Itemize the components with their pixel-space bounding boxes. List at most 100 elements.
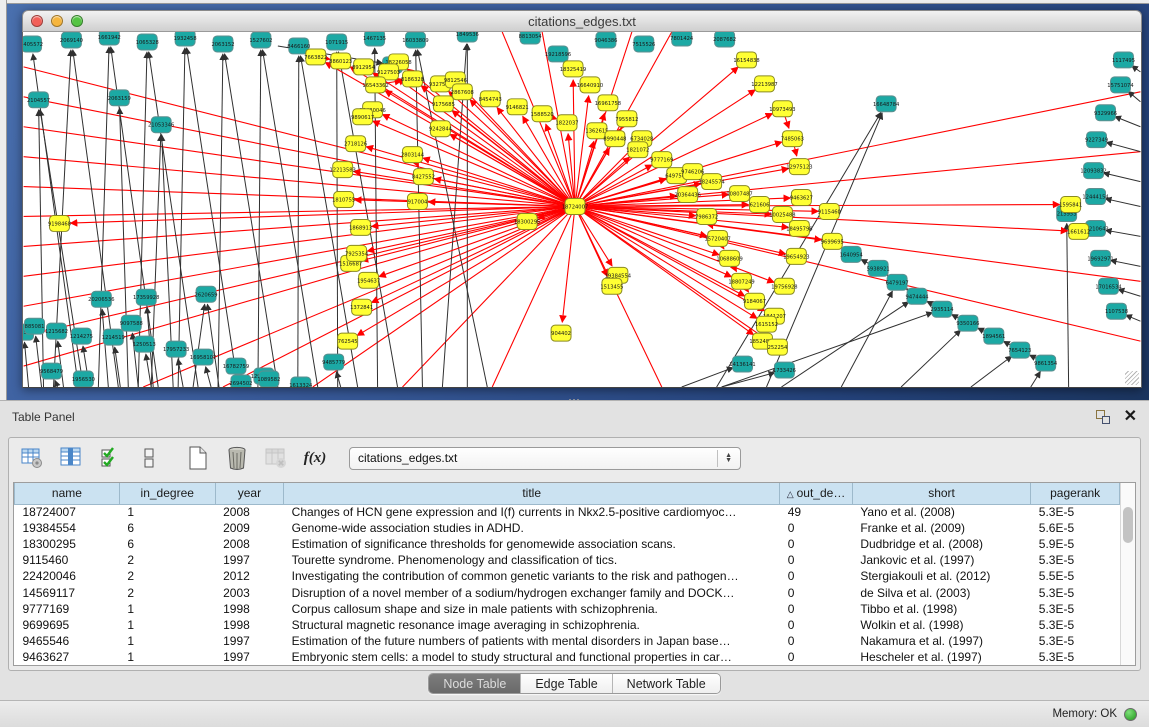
network-node[interactable]: 12093832 [1080,163,1106,179]
table-cell[interactable]: Dudbridge et al. (2008) [852,536,1030,552]
network-node[interactable]: 2867608 [451,84,474,100]
network-node[interactable]: 10973493 [769,101,795,117]
network-node[interactable]: 1733426 [773,362,796,378]
table-cell[interactable]: 5.3E-5 [1031,504,1120,520]
table-cell[interactable]: 5.3E-5 [1031,633,1120,649]
network-node[interactable]: 621606 [750,197,770,213]
table-row[interactable]: 946554611997Estimation of the future num… [15,633,1120,649]
network-node[interactable]: 18495798 [786,220,812,236]
table-cell[interactable]: Franke et al. (2009) [852,520,1030,536]
network-node[interactable]: 19756928 [771,278,797,294]
table-cell[interactable]: Disruption of a novel member of a sodium… [284,584,780,600]
network-node[interactable]: 1595841 [1059,197,1082,213]
column-header-name[interactable]: name [15,483,120,504]
table-cell[interactable]: 2 [119,584,215,600]
network-node[interactable]: 16154838 [733,52,759,68]
table-cell[interactable]: 0 [780,552,853,568]
table-cell[interactable]: 0 [780,649,853,665]
tab-edge-table[interactable]: Edge Table [521,674,612,693]
table-row[interactable]: 946362711997Embryonic stem cells: a mode… [15,649,1120,665]
network-window-titlebar[interactable]: citations_edges.txt [22,10,1142,32]
network-node[interactable]: 18300295 [514,213,540,229]
network-node[interactable]: 9227349 [1085,132,1108,148]
network-node[interactable]: 9890617 [351,109,374,125]
network-node[interactable]: 9175685 [432,96,455,112]
network-node[interactable]: 16961758 [595,95,621,111]
network-node[interactable]: 19218596 [545,46,571,62]
table-row[interactable]: 911546021997Tourette syndrome. Phenomeno… [15,552,1120,568]
table-cell[interactable]: 5.3E-5 [1031,649,1120,665]
table-cell[interactable]: 9699695 [15,617,120,633]
network-node[interactable]: 9463627 [790,190,813,206]
table-cell[interactable]: 1997 [215,649,284,665]
network-node[interactable]: 1954637 [357,272,380,288]
table-cell[interactable]: Changes of HCN gene expression and I(f) … [284,504,780,520]
network-node[interactable]: 20206536 [88,291,114,307]
table-cell[interactable]: 0 [780,536,853,552]
network-node[interactable]: 8860123 [329,53,352,69]
column-header-short[interactable]: short [852,483,1030,504]
network-node[interactable]: 15720407 [704,230,730,246]
column-header-year[interactable]: year [215,483,284,504]
table-settings-button[interactable] [19,445,45,471]
table-cell[interactable]: 1998 [215,601,284,617]
network-node[interactable]: 9861354 [1034,355,1057,371]
table-cell[interactable]: 2008 [215,504,284,520]
network-node[interactable]: 1822037 [556,115,579,131]
network-node[interactable]: 7801424 [670,32,693,46]
network-node[interactable]: 2803144 [401,147,424,163]
table-cell[interactable]: Embryonic stem cells: a model to study s… [284,649,780,665]
table-row[interactable]: 969969511998Structural magnetic resonanc… [15,617,1120,633]
network-node[interactable]: 14136141 [729,356,755,372]
table-cell[interactable]: Genome-wide association studies in ADHD. [284,520,780,536]
table-cell[interactable]: 2003 [215,584,284,600]
network-node[interactable]: 16958107 [190,349,216,365]
close-panel-icon[interactable]: ✕ [1124,409,1137,425]
network-node[interactable]: 7663822 [304,49,327,65]
network-node[interactable]: 1215682 [45,323,68,339]
network-node[interactable]: 7925354 [345,245,368,261]
network-node[interactable]: 1588520 [531,106,554,122]
network-node[interactable]: 7515526 [632,36,655,52]
network-node[interactable]: 18325419 [560,61,586,77]
table-cell[interactable]: Structural magnetic resonance image aver… [284,617,780,633]
table-cell[interactable]: 1 [119,617,215,633]
network-node[interactable]: 2104557 [27,92,50,108]
network-node[interactable]: 1467135 [363,32,386,46]
network-node[interactable]: 1868913 [349,219,372,235]
network-node[interactable]: 1250513 [133,336,156,352]
canvas-resize-grip[interactable] [1125,371,1139,385]
network-node[interactable]: 16033809 [402,32,428,48]
table-row[interactable]: 1456911722003Disruption of a novel membe… [15,584,1120,600]
network-node[interactable]: 8813054 [519,32,542,44]
table-cell[interactable]: 0 [780,568,853,584]
table-cell[interactable]: 9465546 [15,633,120,649]
network-node[interactable]: 1661942 [98,32,121,45]
table-cell[interactable]: 1 [119,504,215,520]
network-node[interactable]: 1613324 [289,377,312,387]
table-cell[interactable]: Stergiakouli et al. (2012) [852,568,1030,584]
network-node[interactable]: 2694502 [229,375,252,387]
network-node[interactable]: 1661612 [1067,223,1090,239]
network-node[interactable]: 1894561 [982,328,1005,344]
network-node[interactable]: 16640910 [577,77,603,93]
network-node[interactable]: 12213583 [330,162,356,178]
table-cell[interactable]: 2012 [215,568,284,584]
table-cell[interactable]: 1997 [215,552,284,568]
network-node[interactable]: 21053346 [148,117,174,133]
network-node[interactable]: 7654123 [1008,342,1031,358]
delete-column-trash-button[interactable] [224,445,250,471]
table-cell[interactable]: 5.6E-5 [1031,520,1120,536]
row-height-button[interactable] [136,445,162,471]
table-cell[interactable]: 2 [119,568,215,584]
network-node[interactable]: 1107538 [1105,303,1128,319]
network-canvas[interactable]: 2405572206914016619421065328193245820631… [22,32,1142,388]
network-node[interactable]: 15751074 [1107,77,1133,93]
table-cell[interactable]: Yano et al. (2008) [852,504,1030,520]
network-node[interactable]: 1372841 [350,299,373,315]
network-node[interactable]: 9746206 [681,164,704,180]
network-node[interactable]: 12444154 [1082,189,1108,205]
table-cell[interactable]: 1 [119,633,215,649]
table-cell[interactable]: 9115460 [15,552,120,568]
network-node[interactable]: 2069140 [60,32,83,48]
